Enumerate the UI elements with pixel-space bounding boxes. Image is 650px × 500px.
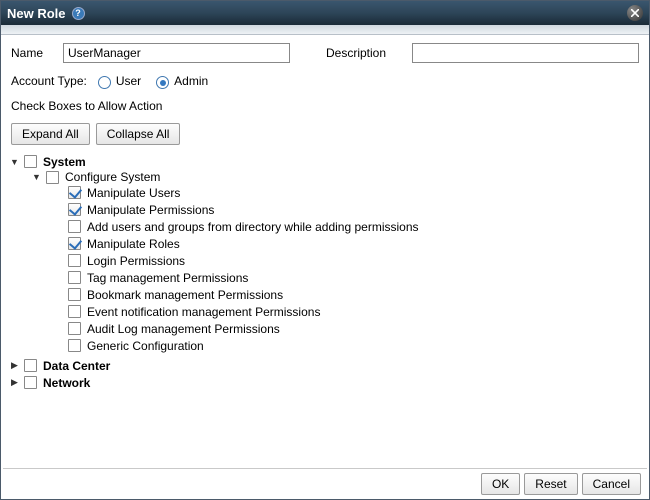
close-icon[interactable] xyxy=(627,5,643,21)
tree-node-network: ▶ Network xyxy=(9,374,643,391)
checkbox-network[interactable] xyxy=(24,376,37,389)
name-label: Name xyxy=(11,46,57,60)
checkbox-generic-config[interactable] xyxy=(68,339,81,352)
checkbox-manipulate-roles[interactable] xyxy=(68,237,81,250)
label-manipulate-users: Manipulate Users xyxy=(87,186,180,200)
label-login-permissions: Login Permissions xyxy=(87,254,185,268)
expand-toggle-icon[interactable]: ▶ xyxy=(9,360,20,371)
description-input[interactable] xyxy=(412,43,639,63)
tree-node-generic-config: Generic Configuration xyxy=(53,337,643,354)
label-generic-config: Generic Configuration xyxy=(87,339,204,353)
footer: OK Reset Cancel xyxy=(1,469,649,499)
tree-node-data-center: ▶ Data Center xyxy=(9,357,643,374)
tree-node-login-permissions: Login Permissions xyxy=(53,252,643,269)
permissions-tree-container[interactable]: ▼System▼Configure SystemManipulate Users… xyxy=(9,153,643,468)
checkbox-data-center[interactable] xyxy=(24,359,37,372)
tree-node-event-notif-mgmt: Event notification management Permission… xyxy=(53,303,643,320)
permissions-tree: ▼System▼Configure SystemManipulate Users… xyxy=(9,153,643,391)
checkbox-add-users-groups-dir[interactable] xyxy=(68,220,81,233)
account-type-admin-label[interactable]: Admin xyxy=(174,74,208,88)
titlebar: New Role ? xyxy=(1,1,649,25)
label-audit-log-mgmt: Audit Log management Permissions xyxy=(87,322,280,336)
tree-node-audit-log-mgmt: Audit Log management Permissions xyxy=(53,320,643,337)
permissions-header: Check Boxes to Allow Action xyxy=(11,99,639,113)
help-icon[interactable]: ? xyxy=(72,7,85,20)
label-event-notif-mgmt: Event notification management Permission… xyxy=(87,305,320,319)
header-gloss xyxy=(1,25,649,35)
expand-all-button[interactable]: Expand All xyxy=(11,123,90,145)
checkbox-event-notif-mgmt[interactable] xyxy=(68,305,81,318)
tree-node-tag-mgmt: Tag management Permissions xyxy=(53,269,643,286)
tree-node-bookmark-mgmt: Bookmark management Permissions xyxy=(53,286,643,303)
tree-node-manipulate-permissions: Manipulate Permissions xyxy=(53,201,643,218)
checkbox-bookmark-mgmt[interactable] xyxy=(68,288,81,301)
label-manipulate-roles: Manipulate Roles xyxy=(87,237,180,251)
label-system: System xyxy=(43,155,86,169)
label-add-users-groups-dir: Add users and groups from directory whil… xyxy=(87,220,419,234)
label-bookmark-mgmt: Bookmark management Permissions xyxy=(87,288,283,302)
tree-node-system: ▼System▼Configure SystemManipulate Users… xyxy=(9,153,643,357)
checkbox-manipulate-permissions[interactable] xyxy=(68,203,81,216)
checkbox-configure-system[interactable] xyxy=(46,171,59,184)
cancel-button[interactable]: Cancel xyxy=(582,473,641,495)
label-network: Network xyxy=(43,376,90,390)
account-type-admin-radio[interactable] xyxy=(156,76,169,89)
label-manipulate-permissions: Manipulate Permissions xyxy=(87,203,214,217)
checkbox-system[interactable] xyxy=(24,155,37,168)
tree-node-manipulate-users: Manipulate Users xyxy=(53,184,643,201)
collapse-all-button[interactable]: Collapse All xyxy=(96,123,181,145)
form-area: Name Description Account Type: User Admi… xyxy=(1,35,649,153)
reset-button[interactable]: Reset xyxy=(524,473,577,495)
description-label: Description xyxy=(326,46,406,60)
account-type-user-label[interactable]: User xyxy=(116,74,141,88)
tree-node-configure-system: ▼ Configure System Manipulate Users Manipul… xyxy=(31,169,643,356)
ok-button[interactable]: OK xyxy=(481,473,520,495)
tree-node-manipulate-roles: Manipulate Roles xyxy=(53,235,643,252)
collapse-toggle-icon[interactable]: ▼ xyxy=(9,156,20,167)
checkbox-tag-mgmt[interactable] xyxy=(68,271,81,284)
label-configure-system: Configure System xyxy=(65,170,160,184)
tree-node-add-users-groups-dir: Add users and groups from directory whil… xyxy=(53,218,643,235)
account-type-label: Account Type: xyxy=(11,74,87,88)
label-tag-mgmt: Tag management Permissions xyxy=(87,271,248,285)
new-role-dialog: New Role ? Name Description Account Type… xyxy=(0,0,650,500)
dialog-title: New Role xyxy=(7,6,66,21)
checkbox-manipulate-users[interactable] xyxy=(68,186,81,199)
checkbox-login-permissions[interactable] xyxy=(68,254,81,267)
expand-toggle-icon[interactable]: ▶ xyxy=(9,377,20,388)
checkbox-audit-log-mgmt[interactable] xyxy=(68,322,81,335)
name-input[interactable] xyxy=(63,43,290,63)
account-type-user-radio[interactable] xyxy=(98,76,111,89)
collapse-toggle-icon[interactable]: ▼ xyxy=(31,172,42,183)
label-data-center: Data Center xyxy=(43,359,110,373)
